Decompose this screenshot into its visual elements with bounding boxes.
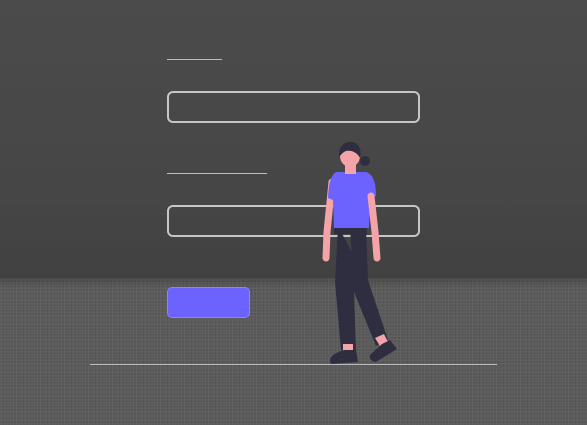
- woman-left-shoe: [330, 350, 358, 364]
- login-illustration-scene: [0, 0, 587, 425]
- woman-right-shoe: [369, 340, 397, 362]
- woman-right-leg: [350, 228, 388, 346]
- woman-right-arm: [367, 192, 381, 262]
- standing-woman-illustration: [322, 141, 397, 364]
- woman-hair-bun: [360, 156, 370, 166]
